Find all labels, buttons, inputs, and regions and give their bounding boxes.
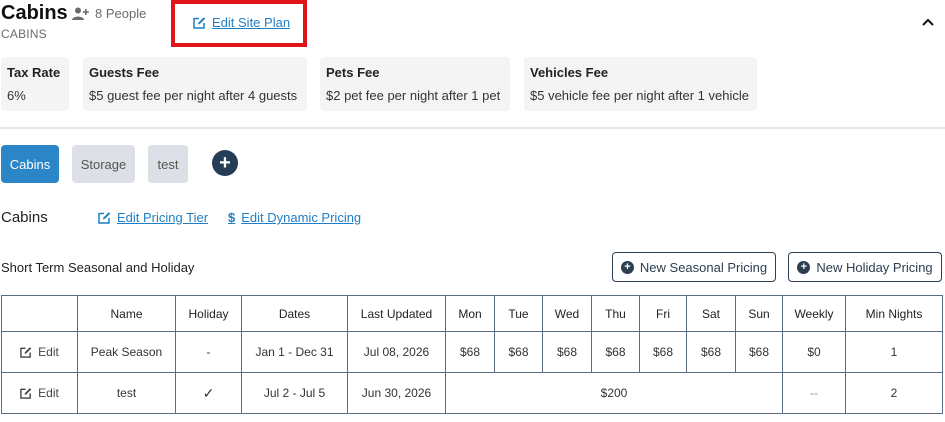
plus-circle-icon: + [797, 260, 811, 274]
new-holiday-pricing-button[interactable]: + New Holiday Pricing [788, 252, 942, 282]
edit-site-plan-link[interactable]: Edit Site Plan [193, 15, 290, 30]
tab-storage[interactable]: Storage [72, 145, 135, 183]
fri-cell: $68 [639, 331, 687, 373]
table-header-row: Name Holiday Dates Last Updated Mon Tue … [1, 295, 943, 332]
fee-value: $5 guest fee per night after 4 guests [89, 88, 298, 103]
dates-cell: Jan 1 - Dec 31 [241, 331, 348, 373]
new-holiday-pricing-label: New Holiday Pricing [816, 259, 933, 275]
column-header: Last Updated [347, 295, 446, 332]
fee-card-guests: Guests Fee $5 guest fee per night after … [83, 57, 307, 111]
wed-cell: $68 [542, 331, 592, 373]
plus-circle-icon: + [620, 260, 634, 274]
column-header: Min Nights [845, 295, 943, 332]
page-subtitle: CABINS [1, 27, 47, 41]
edit-cell[interactable]: Edit [1, 372, 78, 414]
add-tab-button[interactable]: + [212, 150, 238, 176]
fee-card-pets: Pets Fee $2 pet fee per night after 1 pe… [320, 57, 510, 111]
edit-icon [98, 211, 111, 224]
edit-cell[interactable]: Edit [1, 331, 78, 373]
edit-icon [20, 387, 32, 399]
edit-icon [20, 346, 32, 358]
fee-title: Tax Rate [7, 65, 61, 80]
holiday-cell: ✓ [175, 372, 242, 414]
tue-cell: $68 [494, 331, 543, 373]
table-row: Edit test ✓ Jul 2 - Jul 5 Jun 30, 2026 $… [1, 372, 943, 414]
column-header [1, 295, 78, 332]
fee-title: Pets Fee [326, 65, 380, 80]
column-header: Sat [686, 295, 736, 332]
column-header: Dates [241, 295, 348, 332]
pricing-heading: Short Term Seasonal and Holiday [1, 260, 195, 275]
last-updated-cell: Jul 08, 2026 [347, 331, 446, 373]
column-header: Name [77, 295, 176, 332]
name-cell: test [77, 372, 176, 414]
table-row: Edit Peak Season - Jan 1 - Dec 31 Jul 08… [1, 331, 943, 373]
fee-card-vehicles: Vehicles Fee $5 vehicle fee per night af… [524, 57, 757, 111]
column-header: Wed [542, 295, 592, 332]
column-header: Mon [445, 295, 495, 332]
thu-cell: $68 [591, 331, 640, 373]
edit-dynamic-pricing-label: Edit Dynamic Pricing [241, 210, 362, 225]
edit-pricing-tier-label: Edit Pricing Tier [117, 210, 209, 225]
sun-cell: $68 [735, 331, 783, 373]
edit-row-button[interactable]: Edit [2, 345, 77, 359]
edit-pricing-tier-link[interactable]: Edit Pricing Tier [98, 210, 208, 225]
fee-value: 6% [7, 88, 26, 103]
new-seasonal-pricing-button[interactable]: + New Seasonal Pricing [612, 252, 776, 282]
min-nights-cell: 2 [845, 372, 943, 414]
fee-value: $2 pet fee per night after 1 pet [326, 88, 501, 103]
edit-label: Edit [38, 345, 59, 359]
edit-dynamic-pricing-link[interactable]: $ Edit Dynamic Pricing [228, 210, 361, 225]
tab-test[interactable]: test [148, 145, 188, 183]
people-count-text: 8 People [95, 6, 147, 21]
pricing-table: Name Holiday Dates Last Updated Mon Tue … [1, 295, 943, 414]
page-title: Cabins [1, 2, 68, 24]
chevron-up-icon[interactable] [920, 14, 936, 30]
section-title: Cabins [1, 209, 48, 226]
column-header: Weekly [782, 295, 846, 332]
last-updated-cell: Jun 30, 2026 [347, 372, 446, 414]
dates-cell: Jul 2 - Jul 5 [241, 372, 348, 414]
fee-title: Guests Fee [89, 65, 160, 80]
name-cell: Peak Season [77, 331, 176, 373]
weekly-cell: -- [782, 372, 846, 414]
new-seasonal-pricing-label: New Seasonal Pricing [639, 259, 768, 275]
column-header: Thu [591, 295, 640, 332]
min-nights-cell: 1 [845, 331, 943, 373]
flat-rate-cell: $200 [445, 372, 783, 414]
fee-value: $5 vehicle fee per night after 1 vehicle [530, 88, 749, 103]
people-count: 8 People [72, 6, 146, 21]
tab-cabins[interactable]: Cabins [1, 145, 59, 183]
mon-cell: $68 [445, 331, 495, 373]
column-header: Tue [494, 295, 543, 332]
edit-label: Edit [38, 386, 59, 400]
column-header: Sun [735, 295, 783, 332]
edit-icon [193, 16, 206, 29]
edit-row-button[interactable]: Edit [2, 386, 77, 400]
dollar-icon: $ [228, 210, 236, 225]
weekly-cell: $0 [782, 331, 846, 373]
divider [0, 127, 945, 129]
column-header: Fri [639, 295, 687, 332]
sat-cell: $68 [686, 331, 736, 373]
fee-card-tax-rate: Tax Rate 6% [1, 57, 69, 111]
add-person-icon [72, 7, 89, 20]
holiday-cell: - [175, 331, 242, 373]
edit-site-plan-label: Edit Site Plan [212, 15, 291, 30]
column-header: Holiday [175, 295, 242, 332]
fee-title: Vehicles Fee [530, 65, 609, 80]
